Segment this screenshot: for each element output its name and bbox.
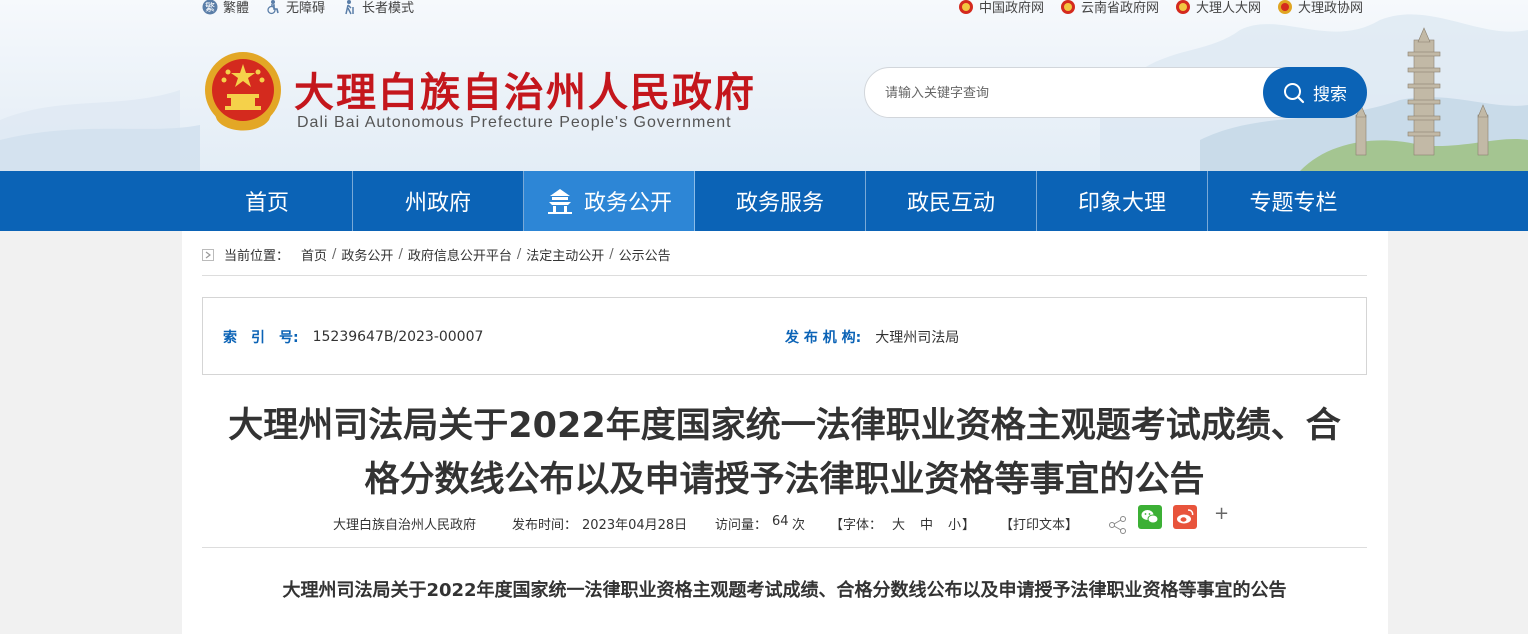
nav-item-home[interactable]: 首页 bbox=[182, 171, 353, 231]
link-yunnan-gov[interactable]: 云南省政府网 bbox=[1060, 0, 1159, 16]
breadcrumb-separator: / bbox=[609, 247, 614, 262]
nav-item-label: 首页 bbox=[244, 191, 289, 216]
elder-mode-label: 长者模式 bbox=[362, 1, 415, 16]
search-icon bbox=[1284, 82, 1305, 103]
nav-item-label: 政民互动 bbox=[906, 191, 995, 216]
breadcrumb-item[interactable]: 政务公开 bbox=[341, 245, 393, 264]
location-icon bbox=[202, 248, 214, 261]
breadcrumb-separator: / bbox=[516, 247, 522, 262]
link-dali-cppcc[interactable]: 大理政协网 bbox=[1277, 0, 1363, 16]
publishing-org-key: 发 布 机 构: bbox=[785, 330, 862, 346]
traditional-chinese-link[interactable]: 繁 繁體 bbox=[202, 0, 249, 16]
article-title-line: 大理州司法局关于2022年度国家统一法律职业资格主观题考试成绩、合 bbox=[228, 406, 1341, 446]
breadcrumb: 当前位置： 首页 / 政务公开 / 政府信息公开平台 / 法定主动公开 / 公示… bbox=[202, 245, 671, 264]
traditional-chinese-label: 繁體 bbox=[223, 1, 250, 16]
font-size-large[interactable]: 大 bbox=[892, 514, 905, 533]
svg-text:繁: 繁 bbox=[205, 1, 215, 14]
article-divider bbox=[202, 547, 1367, 548]
national-emblem-logo[interactable] bbox=[203, 50, 283, 134]
article-title: 大理州司法局关于2022年度国家统一法律职业资格主观题考试成绩、合 格分数线公布… bbox=[202, 399, 1367, 507]
weibo-icon[interactable] bbox=[1173, 505, 1197, 529]
site-title[interactable]: 大理白族自治州人民政府 bbox=[294, 60, 756, 118]
publish-label: 发布时间： bbox=[512, 518, 578, 533]
breadcrumb-separator: / bbox=[332, 247, 337, 262]
elder-mode-link[interactable]: 长者模式 bbox=[341, 0, 414, 16]
accessibility-label: 无障碍 bbox=[286, 1, 326, 16]
link-dali-npc-label: 大理人大网 bbox=[1195, 1, 1261, 16]
nav-item-gov-affairs-disclosure[interactable]: 政务公开 bbox=[524, 171, 695, 231]
article-title-line: 格分数线公布以及申请授予法律职业资格等事宜的公告 bbox=[364, 460, 1205, 500]
breadcrumb-label: 当前位置： bbox=[224, 249, 290, 264]
index-number-key: 索 引 号: bbox=[223, 330, 299, 346]
nav-item-special-topics[interactable]: 专题专栏 bbox=[1208, 171, 1379, 231]
breadcrumb-separator: / bbox=[398, 247, 403, 262]
font-size-end: 】 bbox=[962, 518, 976, 533]
more-share-button[interactable]: + bbox=[1214, 503, 1229, 524]
site-header: 繁 繁體 无障碍 长者模式 中国政府网 云南省政府网 大理人大网 大理政协网 大… bbox=[0, 0, 1528, 171]
nav-item-impression-dali[interactable]: 印象大理 bbox=[1037, 171, 1208, 231]
pavilion-icon bbox=[547, 189, 572, 214]
views-unit: 次 bbox=[792, 518, 806, 533]
accessibility-link[interactable]: 无障碍 bbox=[265, 0, 325, 16]
main-nav: 首页 州政府 政务公开 政务服务 政民互动 印象大理 专题专栏 bbox=[0, 171, 1528, 231]
share-icon[interactable] bbox=[1108, 515, 1128, 535]
nav-item-label: 专题专栏 bbox=[1249, 191, 1338, 216]
article-source: 大理白族自治州人民政府 bbox=[333, 518, 477, 533]
search-button-label: 搜索 bbox=[1313, 85, 1347, 105]
article-info-row: 大理白族自治州人民政府 发布时间： 2023年04月28日 访问量： 64 次 … bbox=[182, 503, 1388, 536]
accessibility-icon bbox=[267, 0, 279, 14]
document-metadata-box: 索 引 号: 15239647B/2023-00007 发 布 机 构: 大理州… bbox=[202, 297, 1367, 375]
font-size-label: 【字体： bbox=[830, 518, 883, 533]
font-size-small[interactable]: 小 bbox=[948, 514, 961, 533]
search-button[interactable]: 搜索 bbox=[1263, 67, 1367, 118]
nav-item-interaction[interactable]: 政民互动 bbox=[866, 171, 1037, 231]
publishing-org-value: 大理州司法局 bbox=[875, 330, 960, 346]
nav-item-label: 州政府 bbox=[404, 191, 471, 216]
link-yunnan-gov-label: 云南省政府网 bbox=[1080, 1, 1159, 16]
traditional-chinese-icon: 繁 bbox=[202, 0, 218, 14]
print-button[interactable]: 【打印文本】 bbox=[1000, 514, 1078, 533]
link-dali-npc[interactable]: 大理人大网 bbox=[1175, 0, 1261, 16]
link-gov-cn-label: 中国政府网 bbox=[978, 1, 1044, 16]
site-title-english: Dali Bai Autonomous Prefecture People's … bbox=[297, 114, 732, 131]
breadcrumb-item[interactable]: 法定主动公开 bbox=[526, 245, 604, 264]
article-body-heading: 大理州司法局关于2022年度国家统一法律职业资格主观题考试成绩、合格分数线公布以… bbox=[282, 580, 1287, 601]
national-emblem-icon bbox=[1175, 0, 1190, 14]
views-label: 访问量： bbox=[715, 518, 768, 533]
link-gov-cn[interactable]: 中国政府网 bbox=[958, 0, 1044, 16]
views-count: 64 bbox=[772, 514, 789, 529]
nav-item-government[interactable]: 州政府 bbox=[353, 171, 524, 231]
breadcrumb-item[interactable]: 首页 bbox=[301, 245, 327, 264]
index-number-value: 15239647B/2023-00007 bbox=[312, 329, 484, 345]
cppcc-emblem-icon bbox=[1277, 0, 1292, 14]
nav-item-gov-services[interactable]: 政务服务 bbox=[695, 171, 866, 231]
breadcrumb-item[interactable]: 公示公告 bbox=[619, 245, 671, 264]
search-input[interactable] bbox=[885, 82, 1245, 104]
index-number-row: 索 引 号: 15239647B/2023-00007 bbox=[223, 327, 483, 347]
breadcrumb-item[interactable]: 政府信息公开平台 bbox=[408, 245, 512, 264]
elder-mode-icon bbox=[345, 0, 354, 14]
national-emblem-icon bbox=[958, 0, 973, 14]
nav-item-label: 政务公开 bbox=[583, 191, 672, 216]
national-emblem-icon bbox=[1060, 0, 1075, 14]
top-utility-bar: 繁 繁體 无障碍 长者模式 中国政府网 云南省政府网 大理人大网 大理政协网 bbox=[0, 0, 1528, 16]
wechat-icon[interactable] bbox=[1138, 505, 1162, 529]
breadcrumb-divider bbox=[202, 275, 1367, 276]
nav-item-label: 印象大理 bbox=[1077, 191, 1166, 216]
nav-item-label: 政务服务 bbox=[735, 191, 824, 216]
search-box: 搜索 bbox=[864, 67, 1367, 118]
publish-date: 2023年04月28日 bbox=[582, 518, 688, 533]
link-dali-cppcc-label: 大理政协网 bbox=[1297, 1, 1363, 16]
main-content: 当前位置： 首页 / 政务公开 / 政府信息公开平台 / 法定主动公开 / 公示… bbox=[182, 231, 1388, 634]
font-size-medium[interactable]: 中 bbox=[920, 514, 933, 533]
publishing-org-row: 发 布 机 构: 大理州司法局 bbox=[785, 327, 959, 347]
